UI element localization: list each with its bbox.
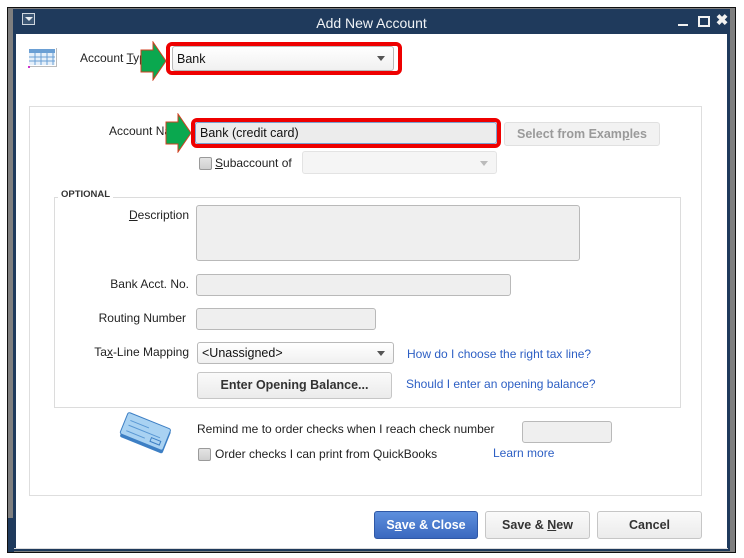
enter-opening-balance-button[interactable]: Enter Opening Balance... (197, 372, 392, 399)
subaccount-checkbox[interactable] (199, 157, 212, 170)
opening-balance-help-link[interactable]: Should I enter an opening balance? (406, 377, 596, 391)
window-frame-corner (8, 518, 14, 552)
description-textarea[interactable] (196, 205, 580, 261)
optional-section-label: OPTIONAL (58, 189, 114, 200)
check-book-icon (116, 412, 174, 458)
learn-more-link[interactable]: Learn more (493, 446, 554, 460)
minimize-button[interactable] (675, 13, 691, 29)
tax-line-dropdown[interactable]: <Unassigned> (197, 342, 394, 364)
annotation-arrow-account-name (165, 112, 193, 154)
save-and-close-button[interactable]: Save & Close (374, 511, 478, 539)
account-type-dropdown[interactable]: Bank (172, 46, 394, 71)
description-label: Description (128, 208, 189, 222)
window-title: Add New Account (316, 15, 427, 31)
title-bar[interactable]: Add New Account ✖ (13, 9, 730, 34)
bank-acct-no-label: Bank Acct. No. (110, 277, 189, 291)
table-grid-icon (28, 48, 58, 68)
order-checks-label: Order checks I can print from QuickBooks (215, 447, 438, 461)
maximize-button[interactable] (695, 13, 711, 29)
select-from-examples-button[interactable]: Select from Examples (504, 122, 660, 146)
account-name-value: Bank (credit card) (200, 126, 299, 140)
order-checks-checkbox[interactable] (198, 448, 211, 461)
tax-line-help-link[interactable]: How do I choose the right tax line? (407, 347, 591, 361)
dialog-bottom-edge (14, 548, 728, 549)
subaccount-label: Subaccount of (215, 156, 292, 170)
tax-line-label: Tax-Line Mapping (94, 345, 189, 359)
subaccount-dropdown[interactable] (302, 151, 497, 174)
bank-acct-no-input[interactable] (196, 274, 511, 296)
annotation-arrow-account-type (140, 40, 168, 82)
chevron-down-icon (480, 161, 488, 166)
account-type-label: Account Typ (80, 51, 146, 65)
routing-number-label: Routing Number (98, 311, 186, 325)
chevron-down-icon (377, 351, 385, 356)
tax-line-value: <Unassigned> (202, 346, 283, 360)
check-number-input[interactable] (522, 421, 612, 443)
account-type-value: Bank (177, 52, 206, 66)
account-name-input[interactable]: Bank (credit card) (195, 122, 497, 144)
cancel-button[interactable]: Cancel (597, 511, 702, 539)
chevron-down-icon (377, 56, 385, 61)
routing-number-input[interactable] (196, 308, 376, 330)
close-button[interactable]: ✖ (714, 13, 730, 29)
remind-checks-label: Remind me to order checks when I reach c… (197, 422, 495, 436)
save-and-new-button[interactable]: Save & New (485, 511, 590, 539)
